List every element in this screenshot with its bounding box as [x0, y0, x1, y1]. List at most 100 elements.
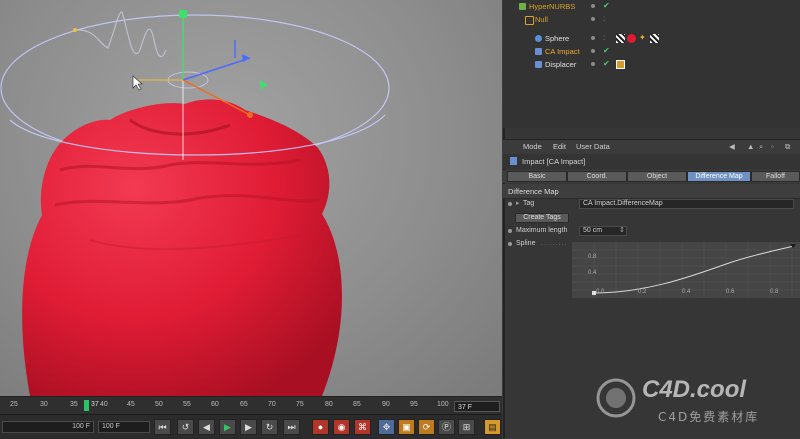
goto-end-icon: ⏭	[287, 422, 296, 432]
watermark-logo-text: C4D.cool	[642, 376, 747, 403]
scale-key-button[interactable]: ▣	[398, 419, 415, 435]
rotation-key-button[interactable]: ⟳	[418, 419, 435, 435]
create-tags-button[interactable]: Create Tags	[515, 213, 569, 223]
menu-edit[interactable]: Edit	[553, 142, 566, 151]
end-frame-field[interactable]: 100 F	[98, 421, 150, 433]
viewport-scene	[0, 10, 390, 396]
section-title: Difference Map	[508, 187, 559, 196]
record-button[interactable]: ●	[312, 419, 329, 435]
enabled-check-icon[interactable]: ✔	[603, 1, 610, 10]
timeline-button[interactable]: ▤	[484, 419, 501, 435]
enabled-check-icon[interactable]: ✔	[603, 59, 610, 68]
goto-start-button[interactable]: ⏮	[154, 419, 171, 435]
timeline-ruler[interactable]: 25 30 35 37 40 45 50 55 60 65 70 75 80 8…	[0, 396, 502, 414]
parameter-icon: Ⓟ	[441, 422, 451, 432]
visibility-dot[interactable]	[591, 49, 595, 53]
prev-frame-button[interactable]: ◀	[198, 419, 215, 435]
pla-key-button[interactable]: ⊞	[458, 419, 475, 435]
spline-editor[interactable]: 0.8 0.4 0.0 0.2 0.4 0.6 0.8	[572, 242, 800, 298]
new-window-icon[interactable]: ⧉	[785, 142, 790, 152]
ca-impact-icon	[510, 157, 517, 165]
spline-x-tick: 0.2	[638, 289, 647, 295]
cursor-icon	[132, 75, 143, 91]
up-arrow-icon[interactable]: ▲	[747, 142, 754, 151]
spline-x-tick: 0.6	[726, 289, 735, 295]
timeline-tick: 30	[40, 401, 48, 408]
visibility-dot[interactable]	[591, 62, 595, 66]
record-icon: ●	[317, 422, 324, 432]
lock-icon[interactable]: ▫	[771, 142, 774, 151]
keyframe-selection-button[interactable]: ⌘	[354, 419, 371, 435]
section-header: Difference Map	[503, 184, 800, 199]
next-key-button[interactable]: ↻	[261, 419, 278, 435]
attribute-title: Impact [CA Impact]	[522, 157, 586, 166]
enabled-check-icon[interactable]: :	[603, 14, 605, 23]
timeline-tick: 90	[382, 401, 390, 408]
timeline-tick: 40	[100, 401, 108, 408]
tab-coord[interactable]: Coord.	[567, 171, 627, 182]
current-frame-field[interactable]: 37 F	[454, 401, 500, 412]
autokey-button[interactable]: ◉	[333, 419, 350, 435]
position-key-button[interactable]: ✥	[378, 419, 395, 435]
x-axis-handle	[247, 112, 253, 118]
enabled-check-icon[interactable]: :	[603, 33, 605, 42]
shader-tag-icon[interactable]	[616, 60, 625, 69]
object-row-hypernurbs[interactable]: HyperNURBS ✔	[503, 0, 800, 13]
object-row-displacer[interactable]: Displacer ✔	[503, 58, 800, 71]
object-name: Null	[535, 15, 548, 24]
object-name: HyperNURBS	[529, 2, 576, 11]
timeline-tick: 95	[410, 401, 418, 408]
spline-y-tick: 0.8	[588, 254, 597, 260]
object-row-null[interactable]: Null :	[503, 13, 800, 26]
object-row-sphere[interactable]: Sphere : ✦	[503, 32, 800, 45]
animation-dot[interactable]	[508, 202, 512, 206]
phong-tag-icon[interactable]: ✦	[639, 34, 648, 43]
3d-viewport[interactable]	[0, 0, 502, 396]
prev-frame-icon: ◀	[203, 422, 210, 432]
next-frame-button[interactable]: ▶	[240, 419, 257, 435]
tab-object[interactable]: Object	[627, 171, 687, 182]
menu-user-data[interactable]: User Data	[576, 142, 610, 151]
nurbs-icon	[519, 3, 526, 10]
expand-arrow-icon[interactable]: ▸	[516, 199, 520, 207]
displacer-icon	[535, 61, 542, 68]
visibility-dot[interactable]	[591, 17, 595, 21]
object-row-ca-impact[interactable]: CA Impact ✔	[503, 45, 800, 58]
grid-icon: ⊞	[462, 422, 471, 432]
rotate-icon: ⟳	[422, 422, 431, 432]
next-key-icon: ↻	[265, 422, 274, 432]
y-axis-handle	[179, 10, 187, 18]
goto-start-icon: ⏮	[158, 422, 167, 432]
texture-tag-icon[interactable]	[616, 34, 625, 43]
tab-difference-map[interactable]: Difference Map	[687, 171, 751, 182]
search-icon[interactable]: ⌕	[759, 142, 763, 152]
tab-falloff[interactable]: Falloff	[751, 171, 800, 182]
tag-link-field[interactable]: CA Impact.DifferenceMap	[579, 199, 794, 209]
animation-dot[interactable]	[508, 242, 512, 246]
film-icon: ▤	[488, 422, 497, 432]
menu-mode[interactable]: Mode	[523, 142, 542, 151]
key-icon: ⌘	[358, 422, 367, 432]
timeline-tick: 50	[155, 401, 163, 408]
back-arrow-icon[interactable]: ◀	[729, 142, 735, 151]
enabled-check-icon[interactable]: ✔	[603, 46, 610, 55]
timeline-playhead[interactable]	[84, 400, 89, 411]
timeline-tick: 100	[437, 401, 449, 408]
material-tag-icon[interactable]	[627, 34, 636, 43]
goto-end-button[interactable]: ⏭	[283, 419, 300, 435]
max-length-label: Maximum length	[516, 227, 568, 234]
animation-dot[interactable]	[508, 229, 512, 233]
prev-key-button[interactable]: ↺	[177, 419, 194, 435]
ca-impact-icon	[535, 48, 542, 55]
tab-basic[interactable]: Basic	[507, 171, 567, 182]
parameter-key-button[interactable]: Ⓟ	[438, 419, 455, 435]
transport-bar: 100 F 100 F ⏮ ↺ ◀ ▶ ▶ ↻ ⏭ ● ◉ ⌘ ✥ ▣ ⟳ Ⓟ …	[0, 414, 502, 439]
play-button[interactable]: ▶	[219, 419, 236, 435]
stepper-arrows-icon[interactable]: ⇕	[619, 226, 625, 234]
timeline-tick: 85	[353, 401, 361, 408]
difference-map-tag-icon[interactable]	[650, 34, 659, 43]
visibility-dot[interactable]	[591, 4, 595, 8]
start-frame-field[interactable]: 100 F	[2, 421, 94, 433]
visibility-dot[interactable]	[591, 36, 595, 40]
scale-icon: ▣	[402, 422, 411, 432]
